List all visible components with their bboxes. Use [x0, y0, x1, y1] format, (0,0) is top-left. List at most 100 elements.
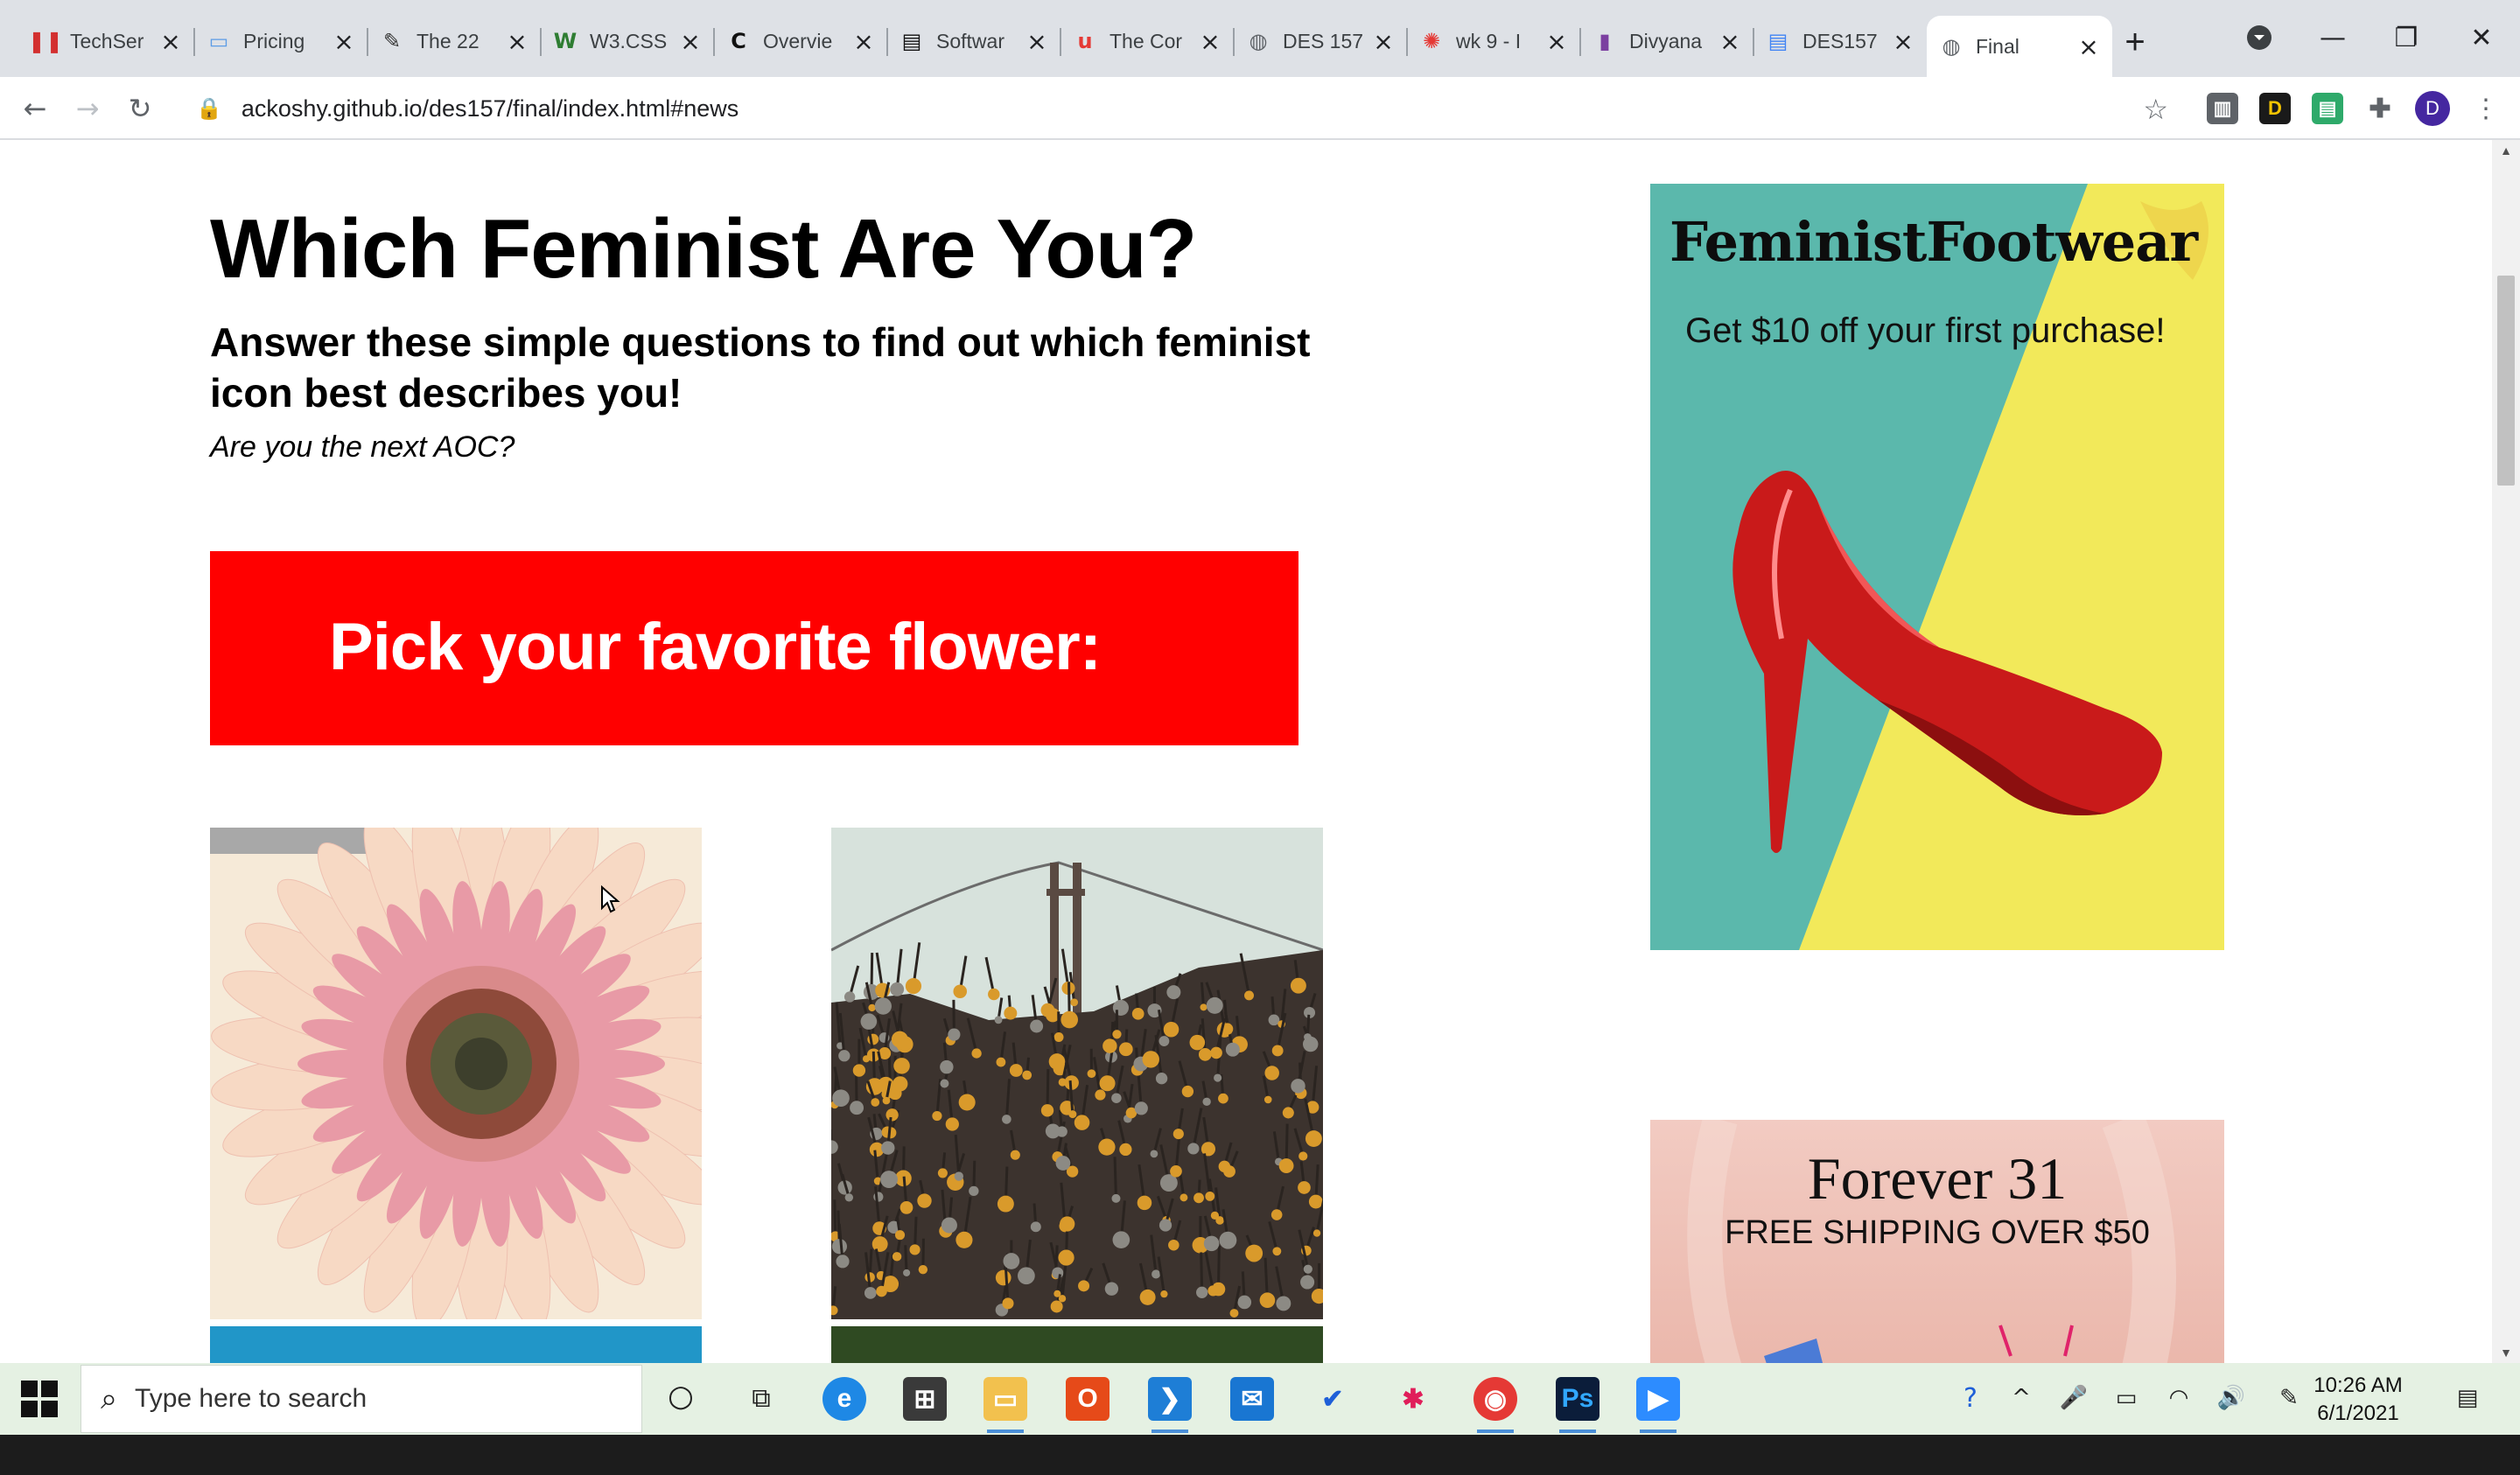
tab-8[interactable]: ◍ DES 157 ×	[1234, 16, 1407, 66]
scroll-up-icon[interactable]: ▲	[2497, 143, 2515, 157]
mouse-cursor-icon	[601, 885, 620, 913]
page-subtitle: Answer these simple questions to find ou…	[210, 319, 1311, 416]
mail-icon[interactable]: ✉	[1230, 1377, 1274, 1421]
flower-option-next-left[interactable]	[210, 1326, 702, 1363]
tab-close-icon[interactable]: ×	[1717, 27, 1743, 56]
flower-option-wildflowers[interactable]	[831, 828, 1323, 1319]
zoom-icon[interactable]: ▶	[1636, 1377, 1680, 1433]
techsmith-icon: ❚❚	[27, 29, 64, 53]
flower-option-next-right[interactable]	[831, 1326, 1323, 1363]
tab-close-icon[interactable]: ×	[331, 27, 357, 56]
ad-footwear-offer: Get $10 off your first purchase!	[1685, 311, 2166, 350]
notebook-icon: ▮	[1599, 29, 1611, 53]
slack-icon[interactable]: ✱	[1391, 1377, 1435, 1421]
tab-close-icon[interactable]: ×	[158, 27, 184, 56]
tab-close-icon[interactable]: ×	[850, 27, 877, 56]
tab-close-icon[interactable]: ×	[677, 27, 704, 56]
ad-feminist-footwear[interactable]: FeministFootwear Get $10 off your first …	[1650, 184, 2224, 950]
reload-button[interactable]: ↻	[121, 89, 159, 128]
extensions-puzzle-icon[interactable]: ✚	[2364, 93, 2396, 124]
new-tab-button[interactable]: +	[2114, 21, 2156, 63]
tab-6[interactable]: ▤ Softwar ×	[887, 16, 1060, 66]
todo-icon[interactable]: ✔	[1311, 1377, 1354, 1421]
tab-close-icon[interactable]: ×	[1197, 27, 1223, 56]
address-bar[interactable]: 🔒 ackoshy.github.io/des157/final/index.h…	[175, 84, 2188, 133]
profile-avatar[interactable]: D	[2415, 91, 2450, 126]
bookmark-star-icon[interactable]: ☆	[2143, 93, 2168, 126]
browser-menu-icon[interactable]: ⋮	[2473, 91, 2499, 126]
edge-icon[interactable]: e	[822, 1377, 866, 1421]
tab-title: wk 9 - I	[1456, 29, 1522, 52]
help-icon[interactable]: ?	[1955, 1382, 1986, 1414]
tab-close-icon[interactable]: ×	[2076, 32, 2102, 61]
minimize-button[interactable]: —	[2306, 16, 2359, 59]
tab-11[interactable]: ▤ DES157 ×	[1754, 16, 1927, 66]
tab-title: Divyana	[1629, 29, 1703, 52]
tab-close-icon[interactable]: ×	[1370, 27, 1396, 56]
tab-title: DES157	[1802, 29, 1878, 52]
vscode-icon[interactable]: ❯	[1148, 1377, 1192, 1433]
cortana-icon[interactable]: ○	[665, 1379, 696, 1414]
scroll-down-icon[interactable]: ▼	[2497, 1346, 2515, 1360]
taskbar-clock[interactable]: 10:26 AM 6/1/2021	[2310, 1372, 2406, 1428]
flower-option-gerbera[interactable]	[210, 828, 702, 1319]
tab-10[interactable]: ▮ Divyana ×	[1580, 16, 1754, 66]
udemy-icon: u	[1077, 29, 1093, 53]
tab-close-icon[interactable]: ×	[504, 27, 530, 56]
taskbar-search-input[interactable]	[135, 1384, 591, 1414]
clock-time: 10:26 AM	[2314, 1374, 2403, 1397]
office-icon[interactable]: O	[1066, 1377, 1110, 1421]
tab-3[interactable]: ✎ The 22 ×	[368, 16, 541, 66]
notifications-icon[interactable]: ▤	[2452, 1382, 2483, 1414]
tab-9[interactable]: ✺ wk 9 - I ×	[1407, 16, 1580, 66]
photoshop-icon[interactable]: Ps	[1556, 1377, 1600, 1433]
page-viewport: Which Feminist Are You? Answer these sim…	[0, 140, 2520, 1363]
restore-button[interactable]: ❐	[2380, 16, 2432, 59]
restore-icon: ❐	[2394, 22, 2418, 53]
windows-start-icon[interactable]	[21, 1381, 58, 1417]
forward-button[interactable]: →	[68, 89, 107, 128]
screen-bottom-edge	[0, 1435, 2520, 1475]
tab-5[interactable]: C Overvie ×	[714, 16, 887, 66]
close-icon: ✕	[2470, 22, 2493, 53]
task-view-icon[interactable]: ⧉	[746, 1382, 777, 1414]
back-button[interactable]: ←	[16, 89, 54, 128]
tab-search-button[interactable]	[2233, 16, 2286, 59]
browser-toolbar: ← → ↻ 🔒 ackoshy.github.io/des157/final/i…	[0, 77, 2520, 140]
tab-4[interactable]: W W3.CSS ×	[541, 16, 714, 66]
url-text[interactable]: ackoshy.github.io/des157/final/index.htm…	[242, 95, 738, 122]
battery-icon[interactable]: ▭	[2110, 1382, 2142, 1414]
w3schools-icon: W	[553, 29, 578, 53]
scroll-thumb[interactable]	[2497, 276, 2515, 486]
tab-title: W3.CSS	[590, 29, 668, 52]
taskbar-search-box[interactable]: ⌕	[80, 1365, 642, 1433]
gerbera-image	[210, 828, 702, 1319]
chevron-up-icon[interactable]: ^	[2006, 1382, 2037, 1414]
pen-icon[interactable]: ✎	[2273, 1382, 2305, 1414]
ad-forever-31[interactable]: Forever 31 FREE SHIPPING OVER $50	[1650, 1120, 2224, 1363]
tab-12[interactable]: ◍ Final ×	[1927, 16, 2112, 77]
chevron-down-icon	[2247, 25, 2272, 50]
tab-1[interactable]: ❚❚ TechSer ×	[21, 16, 194, 66]
extension-grammarly-icon[interactable]: ▤	[2312, 93, 2343, 124]
store-icon[interactable]: ⊞	[903, 1377, 947, 1421]
wildflowers-image	[831, 828, 1323, 1319]
extension-reader-icon[interactable]: ▥	[2207, 93, 2238, 124]
close-window-button[interactable]: ✕	[2455, 16, 2508, 59]
extension-dashlane-icon[interactable]: D	[2259, 93, 2291, 124]
tab-close-icon[interactable]: ×	[1890, 27, 1916, 56]
wifi-icon[interactable]: ◠	[2163, 1382, 2194, 1414]
tab-close-icon[interactable]: ×	[1024, 27, 1050, 56]
tab-title: The Cor	[1110, 29, 1183, 52]
ad-forever-brand: Forever 31	[1807, 1145, 2068, 1212]
page-scrollbar[interactable]: ▲ ▼	[2492, 140, 2520, 1363]
volume-icon[interactable]: 🔊	[2216, 1382, 2247, 1414]
tab-close-icon[interactable]: ×	[1544, 27, 1570, 56]
ad-footwear-background	[1650, 184, 2224, 950]
document-icon: ▤	[901, 29, 922, 53]
tab-2[interactable]: ▭ Pricing ×	[194, 16, 368, 66]
tab-7[interactable]: u The Cor ×	[1060, 16, 1234, 66]
file-explorer-icon[interactable]: ▭	[984, 1377, 1027, 1433]
microphone-icon[interactable]: 🎤	[2058, 1382, 2090, 1414]
chrome-icon[interactable]: ◉	[1474, 1377, 1517, 1433]
